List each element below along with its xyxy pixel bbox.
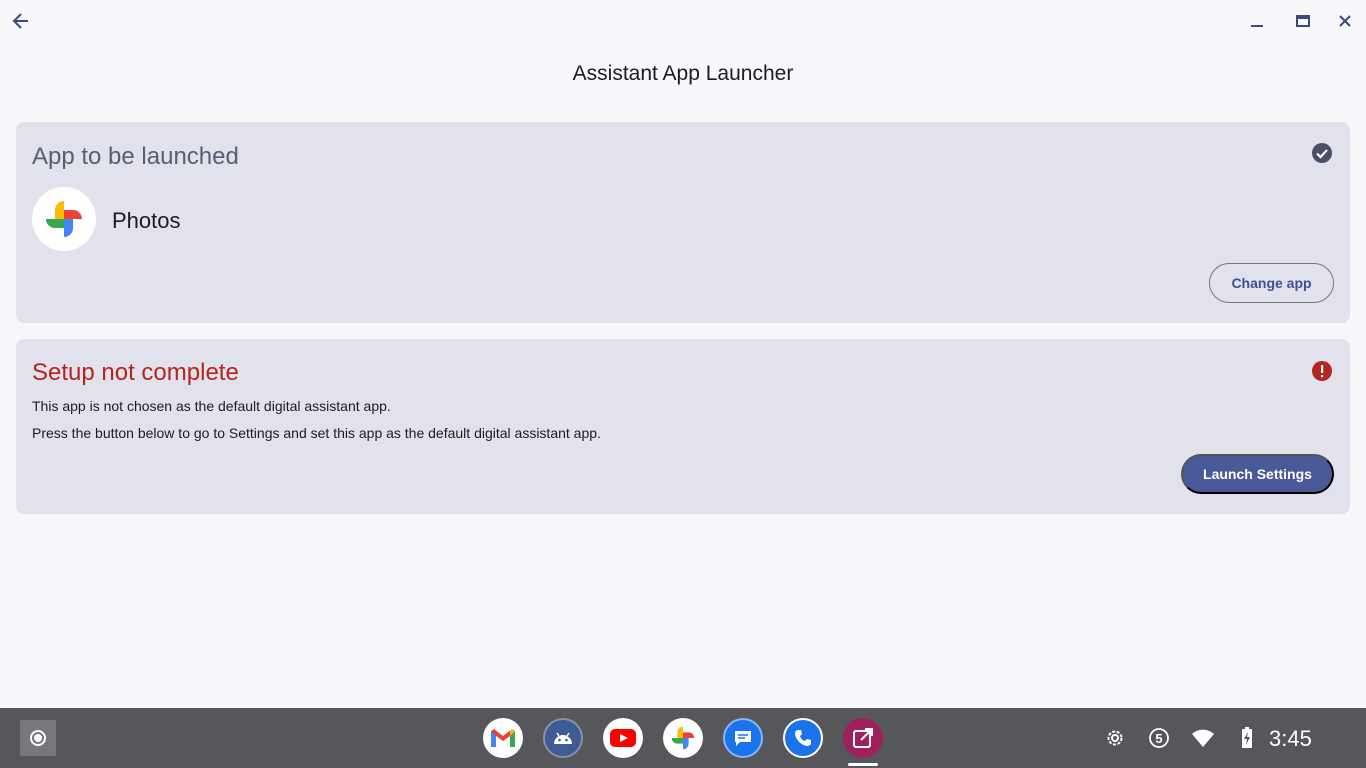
app-to-launch-card: App to be launched Photos Change app: [16, 122, 1350, 323]
minimize-button[interactable]: [1242, 6, 1272, 36]
android-studio-icon: [554, 732, 572, 744]
wifi-tray-button[interactable]: [1191, 726, 1215, 750]
shelf: 5 3:45: [0, 708, 1366, 768]
change-app-button[interactable]: Change app: [1209, 263, 1334, 303]
battery-tray-button[interactable]: [1235, 726, 1259, 750]
app-name: Photos: [112, 208, 181, 233]
photos-app-icon: [32, 187, 96, 251]
gear-icon: [1107, 730, 1123, 746]
shelf-app-gmail[interactable]: [483, 718, 523, 758]
error-icon: [1312, 361, 1332, 381]
launcher-icon: [30, 730, 46, 746]
launch-settings-button[interactable]: Launch Settings: [1181, 454, 1334, 494]
battery-charging-icon: [1242, 727, 1252, 748]
youtube-icon: [610, 729, 636, 747]
active-app-indicator: [848, 763, 878, 766]
photos-icon: [671, 726, 695, 750]
app-card-title: App to be launched: [32, 143, 239, 170]
notification-count-badge[interactable]: 5: [1147, 726, 1171, 750]
phone-icon: [795, 730, 811, 746]
shelf-app-assistant-launcher[interactable]: [843, 718, 883, 758]
close-icon: [1339, 15, 1351, 27]
title-bar: [0, 0, 1366, 42]
assistant-launcher-icon: [853, 728, 873, 748]
notification-count: 5: [1155, 730, 1163, 746]
setup-status-card: Setup not complete This app is not chose…: [16, 339, 1350, 514]
messages-icon: [735, 731, 751, 746]
page-title: Assistant App Launcher: [572, 62, 794, 85]
shelf-app-youtube[interactable]: [603, 718, 643, 758]
shelf-app-phone[interactable]: [783, 718, 823, 758]
maximize-button[interactable]: [1288, 6, 1318, 36]
shelf-app-android-studio[interactable]: [543, 718, 583, 758]
close-button[interactable]: [1330, 6, 1360, 36]
settings-tray-button[interactable]: [1103, 726, 1127, 750]
clock[interactable]: 3:45: [1269, 726, 1312, 752]
setup-description-line1: This app is not chosen as the default di…: [32, 398, 391, 414]
google-photos-icon: [46, 201, 82, 237]
setup-description-line2: Press the button below to go to Settings…: [32, 425, 601, 441]
gmail-icon: [491, 729, 515, 747]
setup-card-title: Setup not complete: [32, 359, 239, 386]
check-circle-icon: [1312, 143, 1332, 163]
shelf-app-messages[interactable]: [723, 718, 763, 758]
minimize-icon: [1251, 25, 1263, 27]
wifi-icon: [1192, 729, 1214, 747]
shelf-app-photos[interactable]: [663, 718, 703, 758]
back-icon: [12, 13, 28, 29]
maximize-icon: [1296, 15, 1310, 27]
back-button[interactable]: [6, 6, 36, 36]
launcher-button[interactable]: [20, 720, 56, 756]
